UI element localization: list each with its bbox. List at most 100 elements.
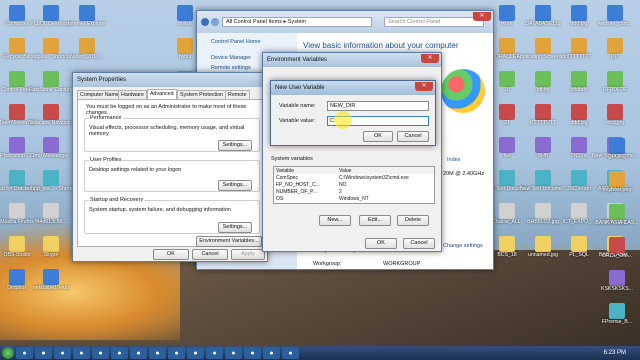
- forward-icon[interactable]: [211, 18, 219, 26]
- startup-settings-button[interactable]: Settings...: [218, 222, 252, 233]
- desktop-icon[interactable]: Netscape Navigator: [28, 101, 74, 134]
- tab-hardware[interactable]: Hardware: [118, 90, 147, 99]
- desktop-icon[interactable]: keyboar.png: [599, 168, 635, 201]
- desktop-icon[interactable]: netscape10-run: [33, 266, 69, 299]
- desktop-icon[interactable]: BCS_18: [489, 233, 525, 266]
- desktop-icon[interactable]: BANK ASIA CAS...: [595, 201, 639, 234]
- desktop-icon[interactable]: f44d613c88...: [33, 200, 69, 233]
- col-value[interactable]: Value: [337, 167, 434, 174]
- close-button[interactable]: ✕: [473, 12, 491, 21]
- col-variable[interactable]: Variable: [274, 167, 337, 174]
- device-manager-link[interactable]: Device Manager: [211, 55, 251, 61]
- change-settings-link[interactable]: Change settings: [443, 243, 483, 249]
- taskbar-app-icon[interactable]: ●: [168, 347, 185, 359]
- delete-button[interactable]: Delete: [397, 215, 429, 226]
- edit-button[interactable]: Edit...: [359, 215, 391, 226]
- desktop-icon[interactable]: QPOPQ: [599, 135, 635, 168]
- desktop-icon[interactable]: JSC exam: [561, 167, 597, 200]
- desktop-icon[interactable]: PL_SQL: [561, 233, 597, 266]
- env-cancel-button[interactable]: Cancel: [403, 238, 435, 249]
- desktop-icon[interactable]: Internet Explorer: [68, 2, 106, 35]
- desktop-icon[interactable]: ORCL_OM...: [599, 234, 635, 267]
- desktop-icon[interactable]: TTTTTTTT: [561, 35, 597, 68]
- desktop-icon[interactable]: 18: [489, 68, 525, 101]
- tab-computer-name[interactable]: Computer Name: [77, 90, 122, 99]
- desktop-icon[interactable]: Toad for Oracle 12.1: [0, 167, 41, 200]
- table-row[interactable]: ComSpec C:\Windows\system32\cmd.exe: [274, 174, 434, 181]
- taskbar-app-icon[interactable]: ●: [149, 347, 166, 359]
- desktop-icon[interactable]: DFDDFDF: [597, 68, 633, 101]
- desktop-icon[interactable]: FPremie_B...: [599, 300, 635, 333]
- desktop-icon[interactable]: Imo Messenger: [33, 134, 69, 167]
- desktop-icon[interactable]: BHB8LO2.jpg: [525, 200, 561, 233]
- new-var-cancel-button[interactable]: Cancel: [397, 131, 429, 142]
- desktop-icon[interactable]: Oracle_ALL: [489, 200, 525, 233]
- table-row[interactable]: OS Windows_NT: [274, 195, 434, 202]
- desktop-icon[interactable]: Recycle Bin: [0, 35, 35, 68]
- control-panel-home-link[interactable]: Control Panel Home: [211, 39, 261, 45]
- desktop-icon[interactable]: Video_2017...: [69, 35, 105, 68]
- taskbar-app-icon[interactable]: ●: [225, 347, 242, 359]
- desktop-icon[interactable]: Computer: [0, 2, 35, 35]
- taskbar-app-icon[interactable]: ●: [130, 347, 147, 359]
- taskbar-app-icon[interactable]: ●: [282, 347, 299, 359]
- system-variables-list[interactable]: Variable Value ComSpec C:\Windows\system3…: [273, 166, 435, 204]
- desktop-icon[interactable]: Skype: [33, 233, 69, 266]
- desktop-icon[interactable]: fsd: [489, 134, 525, 167]
- taskbar-app-icon[interactable]: ●: [16, 347, 33, 359]
- tab-system-protection[interactable]: System Protection: [177, 90, 226, 99]
- index-link[interactable]: Index: [447, 157, 460, 163]
- taskbar-app-icon[interactable]: ●: [73, 347, 90, 359]
- desktop-icon[interactable]: ICT_EXPO_...: [561, 200, 597, 233]
- desktop-icon[interactable]: KTTTTUTT: [525, 101, 561, 134]
- desktop-icon[interactable]: Mozilla Firefox: [0, 200, 35, 233]
- desktop-icon[interactable]: ORACLE1: [489, 35, 525, 68]
- desktop-icon[interactable]: Dropbox: [0, 266, 35, 299]
- desktop-icon[interactable]: bfkbfj: [525, 68, 561, 101]
- desktop-icon[interactable]: TeamViewer 12: [0, 101, 35, 134]
- table-row[interactable]: NUMBER_OF_P... 2: [274, 188, 434, 195]
- desktop-icon[interactable]: TNS.txt: [561, 134, 597, 167]
- desktop-icon[interactable]: DATABASE11g: [525, 2, 561, 35]
- desktop-icon[interactable]: ddd.jpg: [561, 2, 597, 35]
- desktop-icon[interactable]: KSKSKSKS...: [599, 267, 635, 300]
- taskbar-app-icon[interactable]: ●: [54, 347, 71, 359]
- tab-advanced[interactable]: Advanced: [147, 89, 177, 99]
- tab-remote[interactable]: Remote: [225, 90, 250, 99]
- desktop-icon[interactable]: New Text Docume...: [520, 167, 566, 200]
- performance-settings-button[interactable]: Settings...: [218, 140, 252, 151]
- address-bar[interactable]: All Control Panel Items ▸ System: [222, 17, 372, 27]
- desktop-icon[interactable]: ddd.jpg: [561, 101, 597, 134]
- desktop-icon[interactable]: unnamed.jpg: [525, 233, 561, 266]
- new-var-ok-button[interactable]: OK: [363, 131, 393, 142]
- env-ok-button[interactable]: OK: [365, 238, 397, 249]
- taskbar-app-icon[interactable]: ●: [263, 347, 280, 359]
- cancel-button[interactable]: Cancel: [192, 249, 228, 260]
- taskbar-app-icon[interactable]: ●: [206, 347, 223, 359]
- breadcrumb-1[interactable]: System: [288, 19, 306, 25]
- desktop-icon[interactable]: Application Screenshot: [516, 35, 570, 68]
- remote-settings-link[interactable]: Remote settings: [211, 65, 251, 71]
- desktop-icon[interactable]: OBS Studio: [0, 233, 35, 266]
- breadcrumb-0[interactable]: All Control Panel Items: [226, 19, 282, 25]
- desktop-icon[interactable]: FastStone Capture: [29, 68, 73, 101]
- user-profiles-settings-button[interactable]: Settings...: [218, 180, 252, 191]
- desktop-icon[interactable]: Photoshop CC: [0, 134, 35, 167]
- desktop-icon[interactable]: work: [489, 2, 525, 35]
- taskbar-app-icon[interactable]: ●: [111, 347, 128, 359]
- taskbar-app-icon[interactable]: ●: [187, 347, 204, 359]
- taskbar-app-icon[interactable]: ●: [244, 347, 261, 359]
- start-button[interactable]: [2, 347, 14, 359]
- desktop-icon[interactable]: website_com...: [597, 2, 633, 35]
- apply-button[interactable]: Apply: [231, 249, 265, 260]
- desktop-icon[interactable]: msg.jpg: [597, 101, 633, 134]
- desktop-icon[interactable]: xampp_sta... - Shortcut: [24, 167, 78, 200]
- taskbar-app-icon[interactable]: ●: [92, 347, 109, 359]
- env-close-button[interactable]: ✕: [421, 54, 439, 63]
- ok-button[interactable]: OK: [153, 249, 189, 260]
- desktop-icon[interactable]: 21: [489, 101, 525, 134]
- desktop-icon[interactable]: DIT: [597, 35, 633, 68]
- desktop-icon[interactable]: New Text Docume...: [484, 167, 530, 200]
- table-row[interactable]: FP_NO_HOST_C... NO: [274, 181, 434, 188]
- variable-name-input[interactable]: NEW_DIR: [327, 101, 429, 111]
